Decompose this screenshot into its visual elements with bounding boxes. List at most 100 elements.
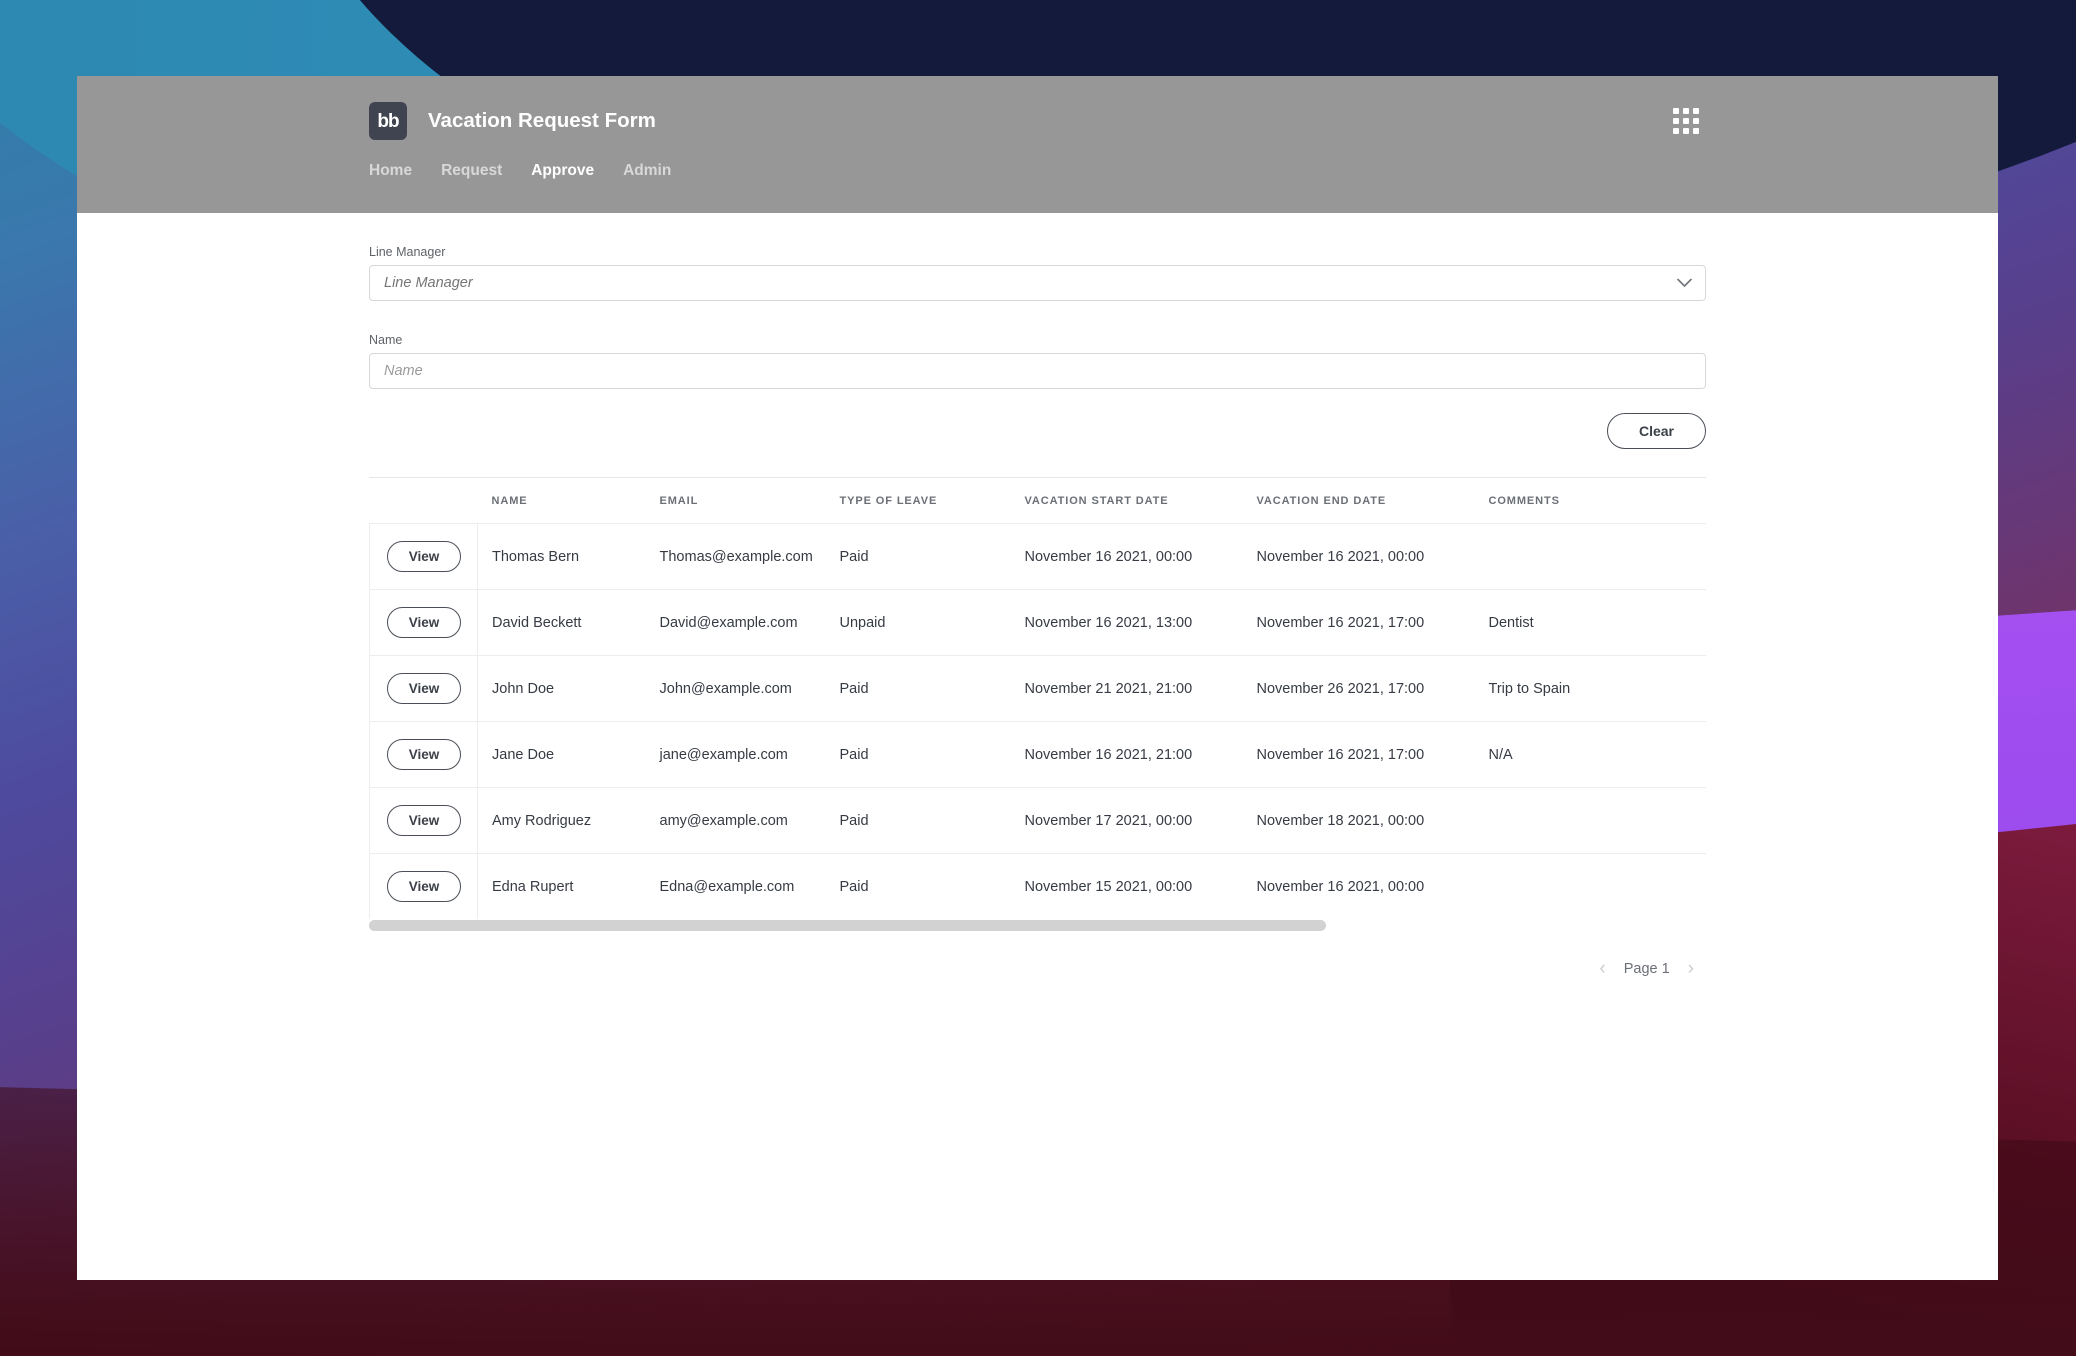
cell-name: David Beckett (477, 589, 660, 656)
cell-email: Edna@example.com (659, 853, 840, 919)
name-label: Name (369, 333, 403, 347)
cell-name: Jane Doe (477, 721, 660, 788)
column-header-comments: COMMENTS (1488, 495, 1560, 507)
table-row: View Amy Rodriguez amy@example.com Paid Nove… (369, 787, 1706, 854)
app-logo-text: bb (377, 110, 399, 132)
grid-dot (1673, 128, 1679, 134)
cell-comments: Dentist (1488, 589, 1706, 656)
column-header-type: TYPE OF LEAVE (839, 495, 938, 507)
clear-button[interactable]: Clear (1606, 413, 1706, 449)
table-row: View Edna Rupert Edna@example.com Paid Novem… (369, 853, 1706, 919)
table-row: View Jane Doe jane@example.com Paid November… (369, 721, 1706, 788)
table-header-row: NAME EMAIL TYPE OF LEAVE VACATION START DAT… (370, 478, 1707, 524)
grid-dot (1693, 128, 1699, 134)
nav-item-home[interactable]: Home (369, 162, 412, 180)
cell-view: View (369, 589, 478, 656)
cell-name: Edna Rupert (477, 853, 660, 919)
table-row: View John Doe John@example.com Paid November… (369, 655, 1706, 722)
cell-end: November 16 2021, 00:00 (1256, 523, 1489, 590)
table-horizontal-scrollbar[interactable] (369, 920, 1706, 931)
view-button[interactable]: View (387, 541, 461, 572)
grid-dot (1673, 108, 1679, 114)
app-logo-icon: bb (369, 102, 407, 140)
column-header-view (370, 478, 478, 524)
cell-start: November 16 2021, 21:00 (1024, 721, 1257, 788)
column-header-name: NAME (491, 495, 528, 507)
name-input[interactable] (369, 353, 1706, 389)
page-label: Page 1 (1623, 960, 1670, 977)
pagination: ‹ Page 1 › (369, 959, 1706, 978)
cell-start: November 16 2021, 13:00 (1024, 589, 1257, 656)
cell-end: November 16 2021, 00:00 (1256, 853, 1489, 919)
cell-type: Unpaid (839, 589, 1025, 656)
cell-start: November 15 2021, 00:00 (1024, 853, 1257, 919)
cell-view: View (369, 853, 478, 919)
grid-dot (1693, 118, 1699, 124)
line-manager-field-block: Line Manager (369, 245, 1706, 301)
name-field-block: Name (369, 333, 1706, 389)
requests-table: NAME EMAIL TYPE OF LEAVE VACATION START DAT… (369, 478, 1706, 919)
table-row: View Thomas Bern Thomas@example.com Paid Nov… (369, 523, 1706, 590)
line-manager-select-wrap (369, 265, 1706, 301)
page-title: Vacation Request Form (428, 109, 656, 132)
cell-name: Thomas Bern (477, 523, 660, 590)
table-row: View David Beckett David@example.com Unpaid… (369, 589, 1706, 656)
grid-apps-icon[interactable] (1669, 104, 1703, 138)
cell-start: November 16 2021, 00:00 (1024, 523, 1257, 590)
column-header-start: VACATION START DATE (1024, 495, 1169, 507)
cell-name: Amy Rodriguez (477, 787, 660, 854)
cell-type: Paid (839, 721, 1025, 788)
column-header-email: EMAIL (659, 495, 699, 507)
cell-view: View (369, 721, 478, 788)
grid-dot (1683, 118, 1689, 124)
nav-item-request[interactable]: Request (441, 162, 502, 180)
app-window: bb Vacation Request Form Home Request Appr… (77, 76, 1998, 1280)
view-button[interactable]: View (387, 871, 461, 902)
cell-comments (1488, 523, 1706, 590)
requests-table-region: NAME EMAIL TYPE OF LEAVE VACATION START DAT… (369, 477, 1706, 931)
grid-dot (1683, 108, 1689, 114)
cell-comments (1488, 853, 1706, 919)
cell-start: November 17 2021, 00:00 (1024, 787, 1257, 854)
nav-item-approve[interactable]: Approve (531, 162, 594, 180)
table-scrollbar-thumb[interactable] (369, 920, 1326, 931)
app-header: bb Vacation Request Form Home Request Appr… (77, 76, 1998, 213)
cell-email: David@example.com (659, 589, 840, 656)
table-head: NAME EMAIL TYPE OF LEAVE VACATION START DAT… (370, 478, 1707, 524)
cell-view: View (369, 655, 478, 722)
cell-email: Thomas@example.com (659, 523, 840, 590)
table-body: View Thomas Bern Thomas@example.com Paid Nov… (369, 523, 1706, 919)
grid-dot (1683, 128, 1689, 134)
cell-comments (1488, 787, 1706, 854)
clear-row: Clear (369, 413, 1706, 449)
cell-view: View (369, 523, 478, 590)
view-button[interactable]: View (387, 739, 461, 770)
cell-end: November 26 2021, 17:00 (1256, 655, 1489, 722)
cell-view: View (369, 787, 478, 854)
cell-end: November 18 2021, 00:00 (1256, 787, 1489, 854)
line-manager-select[interactable] (369, 265, 1706, 301)
view-button[interactable]: View (387, 805, 461, 836)
cell-comments: N/A (1488, 721, 1706, 788)
cell-start: November 21 2021, 21:00 (1024, 655, 1257, 722)
cell-type: Paid (839, 787, 1025, 854)
chevron-right-icon[interactable]: › (1688, 959, 1694, 978)
cell-end: November 16 2021, 17:00 (1256, 589, 1489, 656)
main-nav: Home Request Approve Admin (77, 140, 1998, 180)
grid-dot (1693, 108, 1699, 114)
chevron-left-icon[interactable]: ‹ (1599, 959, 1605, 978)
line-manager-label: Line Manager (369, 245, 446, 259)
header-top-row: bb Vacation Request Form (77, 76, 1998, 140)
cell-type: Paid (839, 853, 1025, 919)
view-button[interactable]: View (387, 607, 461, 638)
cell-email: John@example.com (659, 655, 840, 722)
cell-email: amy@example.com (659, 787, 840, 854)
cell-type: Paid (839, 655, 1025, 722)
cell-comments: Trip to Spain (1488, 655, 1706, 722)
view-button[interactable]: View (387, 673, 461, 704)
cell-email: jane@example.com (659, 721, 840, 788)
nav-item-admin[interactable]: Admin (623, 162, 671, 180)
cell-end: November 16 2021, 17:00 (1256, 721, 1489, 788)
app-body: Line Manager Name Clear NAME EMAIL TYPE OF… (77, 245, 1998, 1280)
column-header-end: VACATION END DATE (1256, 495, 1387, 507)
